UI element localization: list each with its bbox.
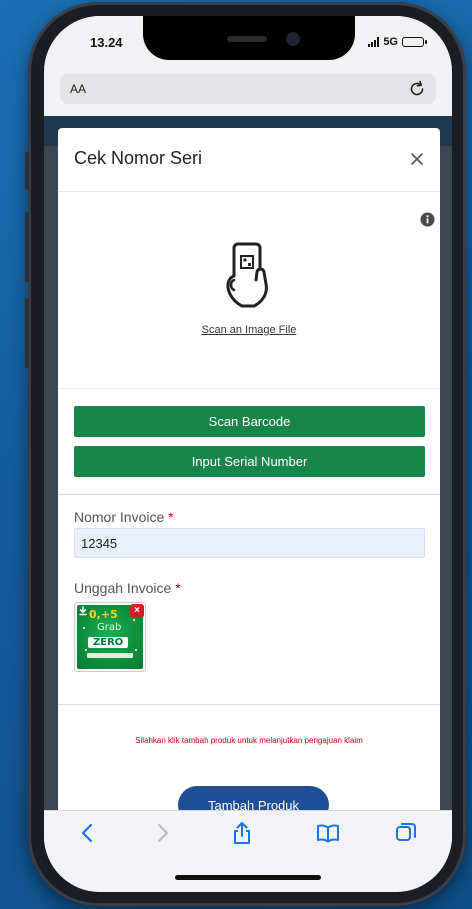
thumbnail-headline: 0,+5 — [89, 608, 118, 621]
status-indicators: 5G — [368, 36, 427, 48]
phone-hand-icon[interactable] — [220, 242, 278, 312]
notch — [143, 16, 355, 60]
upload-invoice-label: Unggah Invoice * — [74, 580, 181, 596]
phone-volume-down-button — [25, 298, 29, 368]
safari-toolbar — [44, 810, 452, 892]
warning-message: Silahkan klik tambah produk untuk melanj… — [135, 736, 363, 745]
divider — [58, 494, 440, 495]
phone-screen: 13.24 5G AA Cek Nomor Seri Scan an Image… — [44, 16, 452, 892]
modal-title: Cek Nomor Seri — [74, 148, 203, 168]
scan-image-area: Scan an Image File — [58, 228, 440, 388]
address-bar[interactable]: AA — [60, 74, 436, 104]
info-icon[interactable] — [420, 212, 435, 227]
serial-check-modal: Cek Nomor Seri Scan an Image File Scan B… — [58, 128, 440, 818]
divider — [58, 704, 440, 705]
delete-image-icon[interactable]: × — [130, 604, 144, 618]
network-label: 5G — [383, 36, 398, 48]
reader-aa-button[interactable]: AA — [70, 82, 86, 96]
invoice-thumbnail[interactable]: 0,+5 Grab ZERO × — [74, 602, 146, 672]
required-asterisk: * — [175, 580, 181, 596]
thumbnail-brand-text: Grab — [97, 622, 122, 633]
thumbnail-banner — [87, 653, 133, 658]
phone-volume-up-button — [25, 212, 29, 282]
scan-barcode-button[interactable]: Scan Barcode — [74, 406, 425, 437]
divider — [58, 388, 440, 389]
invoice-number-label: Nomor Invoice * — [74, 509, 174, 525]
home-indicator — [175, 875, 321, 880]
reload-icon[interactable] — [406, 78, 428, 100]
status-time: 13.24 — [90, 35, 123, 50]
invoice-number-input[interactable]: 12345 — [74, 528, 425, 558]
forward-icon[interactable] — [150, 821, 174, 845]
thumbnail-zero-badge: ZERO — [88, 637, 129, 648]
front-camera — [286, 32, 300, 46]
signal-icon — [368, 37, 380, 47]
modal-header: Cek Nomor Seri — [58, 128, 440, 192]
back-icon[interactable] — [76, 821, 100, 845]
tabs-icon[interactable] — [394, 821, 418, 845]
required-asterisk: * — [168, 509, 174, 525]
bookmarks-icon[interactable] — [316, 821, 340, 845]
battery-icon — [402, 37, 427, 47]
download-icon[interactable] — [77, 605, 89, 617]
phone-mute-button — [25, 152, 29, 190]
close-icon[interactable] — [408, 150, 426, 168]
share-icon[interactable] — [230, 821, 254, 845]
input-serial-number-button[interactable]: Input Serial Number — [74, 446, 425, 477]
scan-image-file-link[interactable]: Scan an Image File — [58, 324, 440, 336]
